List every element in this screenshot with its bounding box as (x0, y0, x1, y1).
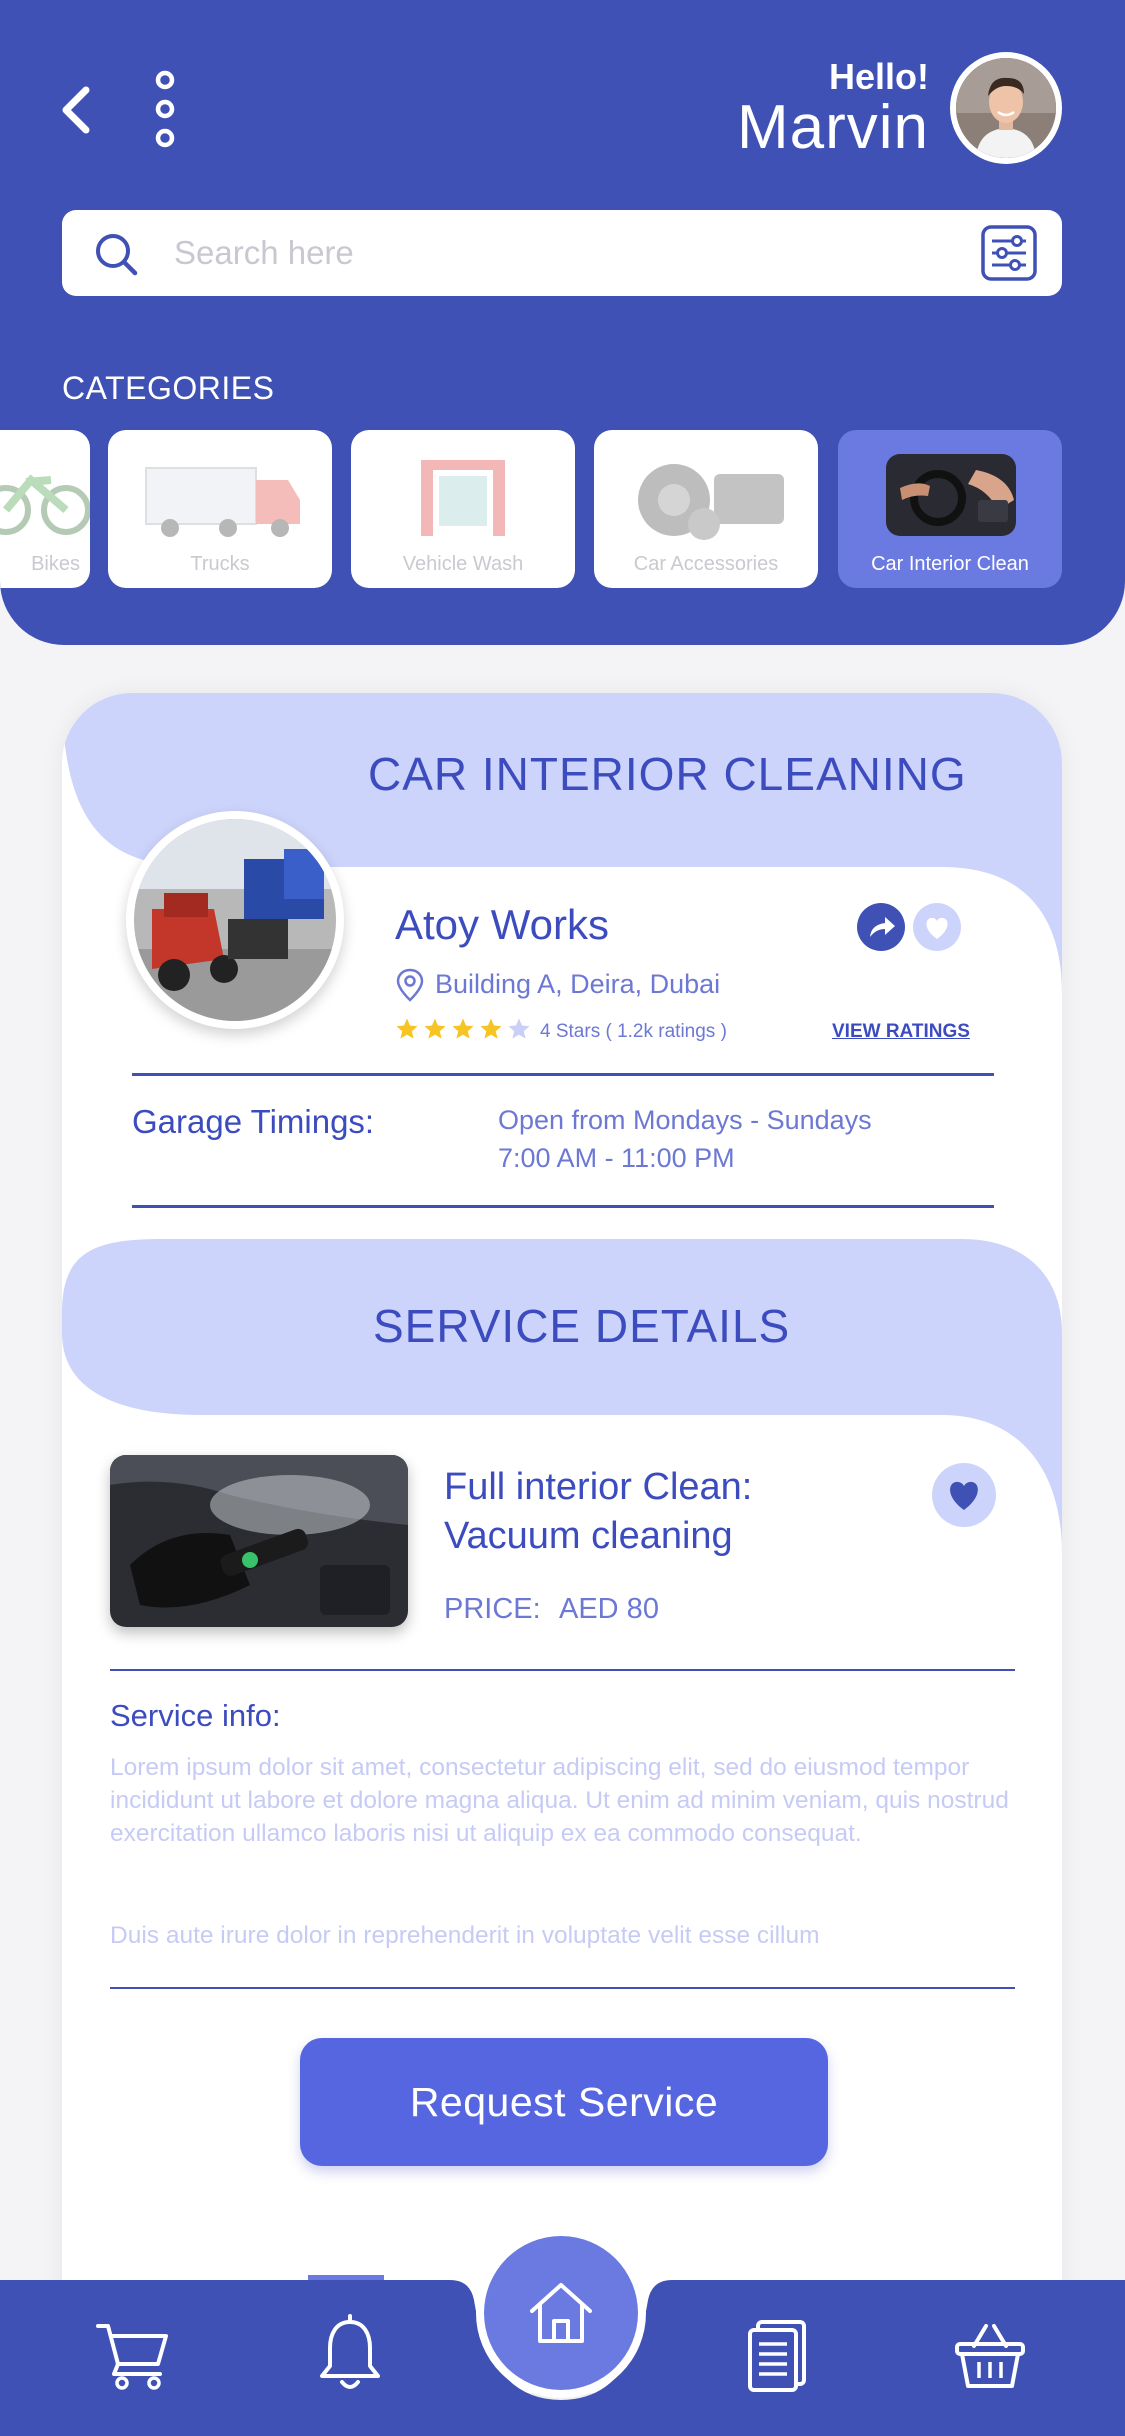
request-service-button[interactable]: Request Service (300, 2038, 828, 2166)
star-empty-icon (508, 1018, 530, 1039)
price-label: PRICE: (444, 1593, 541, 1625)
service-name-line2: Vacuum cleaning (444, 1514, 733, 1557)
avatar[interactable] (950, 52, 1062, 164)
garage-photo[interactable] (126, 811, 344, 1029)
avatar-portrait (956, 58, 1056, 158)
nav-active-indicator (308, 2275, 384, 2280)
divider (132, 1205, 994, 1208)
category-label: Trucks (190, 553, 250, 575)
category-card-trucks[interactable]: Trucks (108, 430, 332, 588)
favorite-heart-icon[interactable] (913, 903, 961, 951)
view-ratings-link[interactable]: VIEW RATINGS (832, 1021, 970, 1043)
divider (132, 1073, 994, 1076)
star-filled-icon (424, 1018, 446, 1039)
price-value: AED 80 (559, 1593, 659, 1625)
cart-icon[interactable] (94, 2320, 170, 2390)
star-rating (395, 1017, 531, 1043)
basket-icon[interactable] (954, 2320, 1026, 2392)
section-title-service-details: SERVICE DETAILS (373, 1300, 791, 1352)
categories-heading: CATEGORIES (62, 370, 275, 406)
vacuum-cleaning-image (110, 1455, 408, 1627)
garage-image (134, 819, 336, 1021)
garage-timings-hours: 7:00 AM - 11:00 PM (498, 1143, 735, 1173)
car-accessories-image (638, 464, 784, 540)
star-filled-icon (452, 1018, 474, 1039)
service-info-label: Service info: (110, 1698, 281, 1733)
bell-icon[interactable] (314, 2314, 386, 2394)
garage-timings-label: Garage Timings: (132, 1103, 375, 1140)
service-image[interactable] (110, 1455, 408, 1627)
category-card-bikes[interactable]: Bikes (0, 430, 90, 588)
search-icon (96, 234, 138, 276)
rating-summary: 4 Stars ( 1.2k ratings ) (540, 1021, 727, 1042)
home-button[interactable] (476, 2228, 646, 2398)
category-card-car-interior-clean[interactable]: Car Interior Clean (838, 430, 1062, 588)
garage-location: Building A, Deira, Dubai (435, 969, 721, 999)
garage-name: Atoy Works (395, 901, 609, 948)
heart-icon (950, 1481, 978, 1510)
share-icon[interactable] (857, 903, 905, 951)
category-card-car-accessories[interactable]: Car Accessories (594, 430, 818, 588)
divider (110, 1669, 1015, 1671)
category-card-vehicle-wash[interactable]: Vehicle Wash (351, 430, 575, 588)
section-title-car-interior: CAR INTERIOR CLEANING (368, 748, 967, 800)
star-filled-icon (396, 1018, 418, 1039)
category-label: Vehicle Wash (402, 553, 524, 575)
service-name-line1: Full interior Clean: (444, 1466, 753, 1508)
location-pin-icon (396, 968, 424, 1002)
category-label: Bikes (31, 553, 80, 575)
service-info-text: Lorem ipsum dolor sit amet, consectetur … (110, 1754, 1009, 1847)
service-info-text-more: Duis aute irure dolor in reprehenderit i… (110, 1922, 820, 1949)
star-filled-icon (480, 1018, 502, 1039)
app-header: Hello! Marvin Search here CATEGORIES Bik… (0, 0, 1125, 645)
bike-image (0, 474, 90, 535)
truck-image (145, 467, 300, 537)
back-arrow-icon[interactable] (52, 80, 102, 140)
car-wash-image (421, 460, 505, 536)
garage-timings-days: Open from Mondays - Sundays (498, 1105, 872, 1135)
service-card: CAR INTERIOR CLEANING Atoy Works Buildin… (62, 693, 1062, 2393)
home-icon (530, 2283, 592, 2343)
search-bar (62, 210, 1062, 296)
user-name: Marvin (736, 93, 929, 162)
more-options-icon[interactable] (150, 68, 180, 150)
filter-icon[interactable] (980, 224, 1038, 282)
document-icon[interactable] (746, 2318, 810, 2394)
category-label: Car Accessories (633, 553, 779, 575)
divider (110, 1987, 1015, 1989)
service-name: Full interior Clean: Vacuum cleaning (444, 1463, 752, 1560)
service-favorite-button[interactable] (932, 1463, 996, 1527)
category-label: Car Interior Clean (871, 553, 1029, 575)
car-interior-image (886, 454, 1016, 536)
search-input[interactable] (174, 224, 994, 282)
